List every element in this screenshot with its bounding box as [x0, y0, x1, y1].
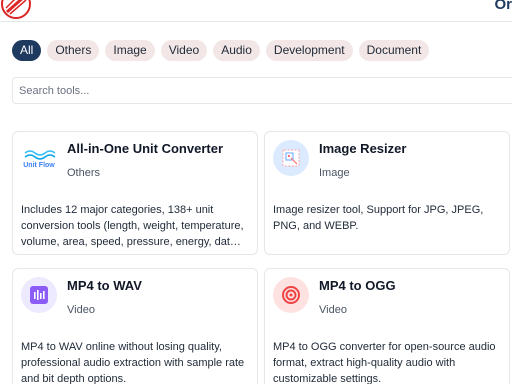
image-resize-icon	[273, 140, 309, 176]
tool-card-image-resizer[interactable]: Image Resizer Image Image resizer tool, …	[264, 131, 510, 255]
card-description: MP4 to OGG converter for open-source aud…	[273, 341, 496, 384]
filter-pill-audio[interactable]: Audio	[213, 40, 260, 61]
filter-pill-document[interactable]: Document	[358, 40, 430, 61]
top-nav-partial-text[interactable]: Or	[494, 0, 512, 13]
unit-flow-logo-icon: Unit Flow	[21, 148, 57, 174]
target-icon	[273, 277, 309, 313]
card-title[interactable]: MP4 to OGG	[319, 278, 396, 293]
audio-bars-icon	[21, 277, 57, 313]
card-description: MP4 to WAV online without losing quality…	[21, 341, 245, 384]
filter-pill-image[interactable]: Image	[105, 40, 155, 61]
card-category: Others	[67, 167, 101, 179]
card-title[interactable]: MP4 to WAV	[67, 278, 142, 293]
card-description: Includes 12 major categories, 138+ unit …	[21, 204, 244, 248]
filter-pill-development[interactable]: Development	[265, 40, 353, 61]
filter-pill-all[interactable]: All	[12, 40, 42, 61]
card-title[interactable]: Image Resizer	[319, 141, 406, 156]
card-category: Image	[319, 167, 350, 179]
tool-card-mp4-to-wav[interactable]: MP4 to WAV Video MP4 to WAV online witho…	[12, 268, 258, 384]
page: Or All Others Image Video Audio Developm…	[0, 0, 512, 384]
filter-pill-video[interactable]: Video	[160, 40, 208, 61]
top-bar: Or	[0, 0, 512, 22]
tool-card-mp4-to-ogg[interactable]: MP4 to OGG Video MP4 to OGG converter fo…	[264, 268, 510, 384]
unit-flow-logo-text: Unit Flow	[23, 162, 55, 169]
tool-card-unit-converter[interactable]: Unit Flow All-in-One Unit Converter Othe…	[12, 131, 258, 255]
category-filter-bar: All Others Image Video Audio Development…	[12, 40, 430, 61]
site-logo-icon[interactable]	[0, 0, 32, 20]
filter-pill-others[interactable]: Others	[47, 40, 100, 61]
card-description: Image resizer tool, Support for JPG, JPE…	[273, 204, 484, 232]
card-title[interactable]: All-in-One Unit Converter	[67, 141, 223, 156]
card-category: Video	[67, 304, 95, 316]
search-input[interactable]	[12, 77, 512, 104]
card-category: Video	[319, 304, 347, 316]
